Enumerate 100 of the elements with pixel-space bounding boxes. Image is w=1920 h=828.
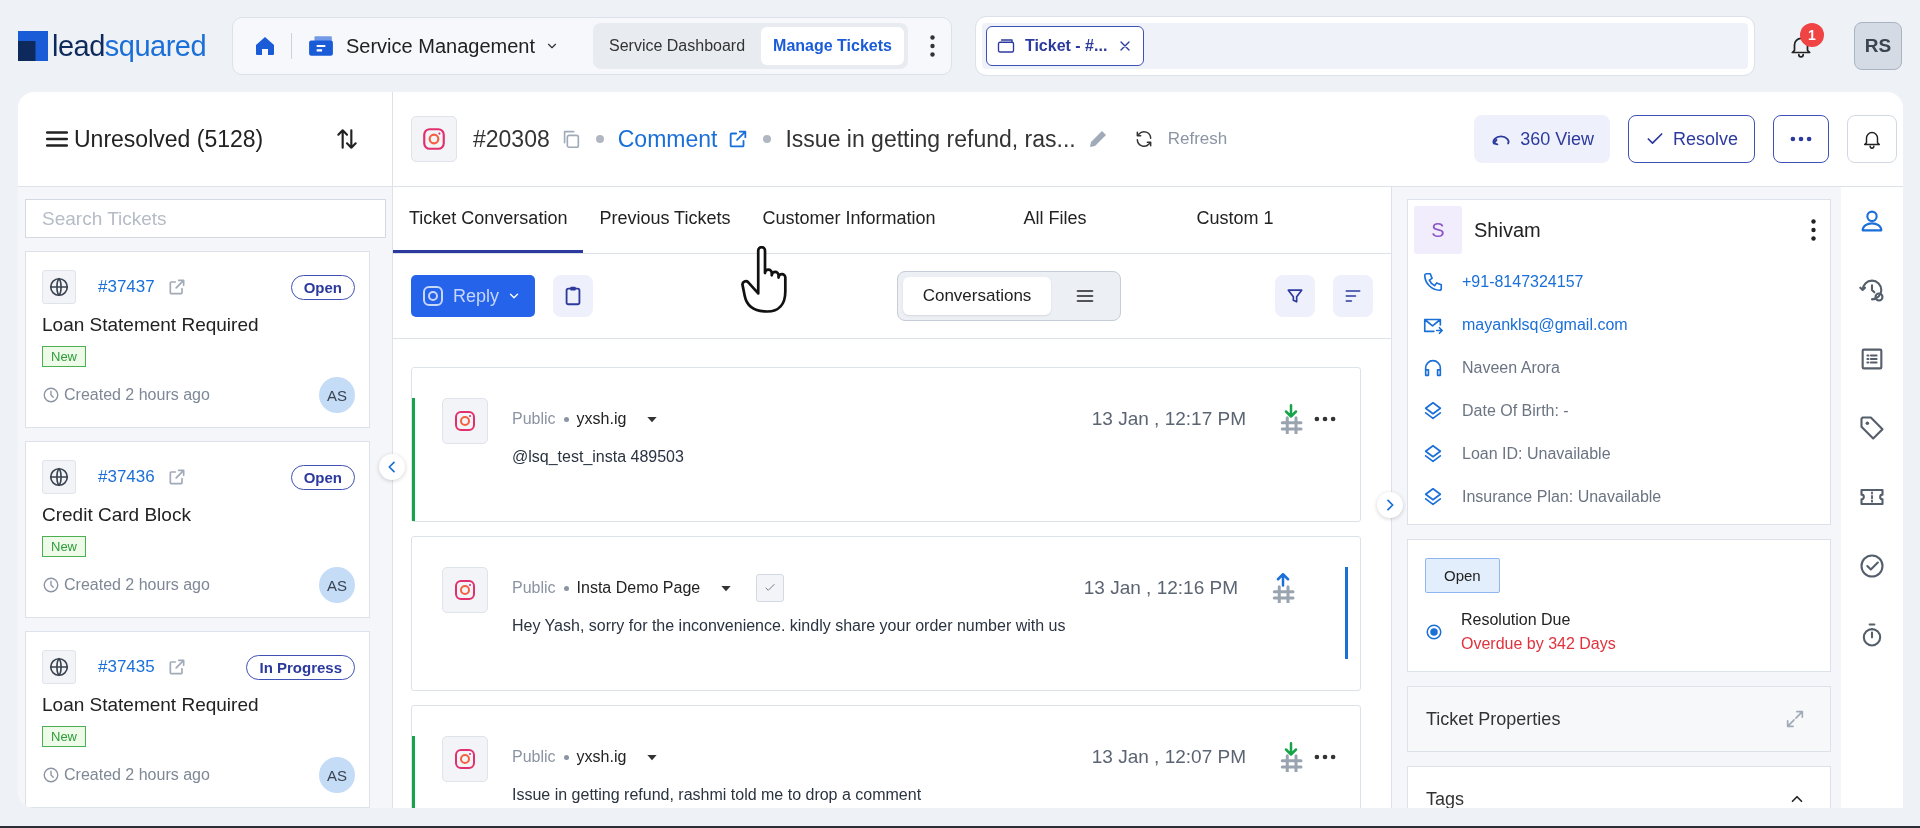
- new-tag: New: [42, 346, 86, 367]
- tab[interactable]: Previous Tickets: [583, 187, 747, 253]
- visibility-label: Public: [512, 579, 556, 597]
- tab[interactable]: Ticket Conversation: [393, 187, 584, 253]
- contact-detail: Loan ID: Unavailable: [1462, 444, 1611, 463]
- ticket-subject: Credit Card Block: [42, 504, 192, 526]
- contact-detail: Date Of Birth: -: [1462, 401, 1569, 420]
- instagram-icon: [453, 747, 477, 771]
- globe-icon: [48, 656, 70, 678]
- separator-dot: [763, 135, 772, 143]
- clock-icon: [42, 766, 60, 784]
- message-text: @lsq_test_insta 489503: [512, 448, 685, 466]
- ticket-card[interactable]: #37437 Open Loan Statement Required New Created 2 hours ago AS: [25, 251, 370, 428]
- ticket-card[interactable]: #37436 Open Credit Card Block New Created 2 hours ago AS: [25, 441, 370, 618]
- radio-icon: [1425, 623, 1443, 641]
- globe-icon: [48, 466, 70, 488]
- channel-link[interactable]: Comment: [617, 125, 718, 153]
- expand-button[interactable]: [1377, 492, 1403, 518]
- visibility-label: Public: [512, 410, 556, 428]
- app-switcher[interactable]: Service Management: [306, 33, 559, 59]
- message-time: 13 Jan , 12:16 PM: [1083, 577, 1238, 599]
- resolve-button[interactable]: Resolve: [1627, 115, 1755, 163]
- open-tab-label: Ticket - #...: [1024, 37, 1108, 55]
- instagram-icon: [421, 284, 445, 308]
- open-tab[interactable]: Ticket - #...: [985, 26, 1145, 66]
- ticket-subject: Issue in getting refund, ras...: [785, 125, 1076, 153]
- contact-detail: Naveen Arora: [1462, 358, 1560, 377]
- globe-icon: [48, 276, 70, 298]
- email-link[interactable]: mayanklsq@gmail.com: [1462, 315, 1628, 334]
- ticket-icon: [996, 37, 1015, 55]
- ticket-subject: Loan Statement Required: [42, 314, 260, 336]
- user-avatar[interactable]: RS: [1854, 22, 1902, 70]
- more-button[interactable]: [1773, 115, 1829, 163]
- new-tag: New: [42, 536, 86, 557]
- author-name: yxsh.ig: [576, 748, 627, 766]
- author-name: yxsh.ig: [576, 410, 627, 428]
- ticket-number-link[interactable]: #37437: [98, 277, 155, 297]
- check-circle-icon[interactable]: [1858, 552, 1886, 580]
- created-time: Created 2 hours ago: [64, 386, 210, 404]
- contact-avatar: S: [1414, 206, 1462, 254]
- ticket-number-link[interactable]: #37436: [98, 467, 155, 487]
- clipboard-button[interactable]: [553, 275, 594, 317]
- conversations-view-button[interactable]: Conversations: [902, 277, 1052, 315]
- checkbox[interactable]: [756, 574, 785, 602]
- sort-icon[interactable]: [334, 126, 360, 152]
- clock-icon: [42, 576, 60, 594]
- tag-icon[interactable]: [1858, 414, 1886, 442]
- layers-icon: [1422, 399, 1444, 422]
- instagram-icon: [421, 126, 447, 152]
- separator-dot: [595, 135, 604, 143]
- subscribe-button[interactable]: [1847, 115, 1897, 163]
- section-header[interactable]: Tags: [1407, 766, 1831, 808]
- list-title: Unresolved (5128): [74, 125, 264, 153]
- home-icon[interactable]: [253, 34, 277, 58]
- more-icon[interactable]: [929, 35, 935, 57]
- ticket-icon: [306, 33, 336, 59]
- contact-name: Shivam: [1474, 218, 1541, 242]
- more-icon: [1790, 136, 1812, 142]
- message-time: 13 Jan , 12:17 PM: [1091, 408, 1246, 430]
- search-field[interactable]: Search Tickets: [25, 199, 386, 238]
- logo-icon: [18, 31, 48, 61]
- separator-dot: [563, 416, 569, 422]
- instagram-icon: [453, 578, 477, 602]
- tab[interactable]: Customer Information: [746, 187, 980, 253]
- nav-tab[interactable]: Service Dashboard: [597, 27, 758, 65]
- logo-text: leadsquared: [52, 29, 207, 63]
- sort-button[interactable]: [1333, 275, 1373, 317]
- collapse-button[interactable]: [379, 454, 405, 480]
- section-header[interactable]: Ticket Properties: [1407, 686, 1831, 752]
- layers-icon: [1422, 485, 1444, 508]
- filter-button[interactable]: [1275, 275, 1315, 317]
- message-text: Issue in getting refund, rashmi told me to drop a comment: [512, 786, 923, 804]
- instagram-icon: [453, 409, 477, 433]
- contact-detail: Insurance Plan: Unavailable: [1462, 487, 1662, 506]
- message-text: Hey Yash, sorry for the inconvenience. kindly share your order number with us: [512, 617, 1067, 635]
- more-icon[interactable]: [1314, 754, 1336, 760]
- phone-link[interactable]: +91-8147324157: [1462, 272, 1584, 291]
- visibility-label: Public: [512, 748, 556, 766]
- reply-button[interactable]: Reply: [411, 275, 536, 317]
- status-button[interactable]: Open: [1425, 558, 1500, 593]
- tab[interactable]: All Files: [979, 187, 1161, 253]
- assignee-avatar: AS: [319, 567, 355, 603]
- assignee-avatar: AS: [319, 757, 355, 793]
- assignee-avatar: AS: [319, 377, 355, 413]
- separator-dot: [563, 585, 569, 591]
- clock-icon: [42, 386, 60, 404]
- phone-icon: [1422, 270, 1444, 293]
- tab[interactable]: Custom 1: [1160, 187, 1290, 253]
- more-icon[interactable]: [1811, 219, 1816, 241]
- more-icon[interactable]: [1314, 416, 1336, 422]
- sla-label: Resolution Due: [1461, 611, 1572, 629]
- notification-badge: 1: [1800, 23, 1824, 47]
- ticket-card[interactable]: #37435 In Progress Loan Statement Required New Created 2 hours ago AS: [25, 631, 370, 808]
- new-tag: New: [42, 726, 86, 747]
- sla-overdue: Overdue by 342 Days: [1461, 635, 1616, 653]
- view-360-button[interactable]: 360 View: [1474, 115, 1610, 163]
- nav-tab[interactable]: Manage Tickets: [761, 27, 904, 65]
- created-time: Created 2 hours ago: [64, 766, 210, 784]
- ticket-number-link[interactable]: #37435: [98, 657, 155, 677]
- layers-icon: [1422, 442, 1444, 465]
